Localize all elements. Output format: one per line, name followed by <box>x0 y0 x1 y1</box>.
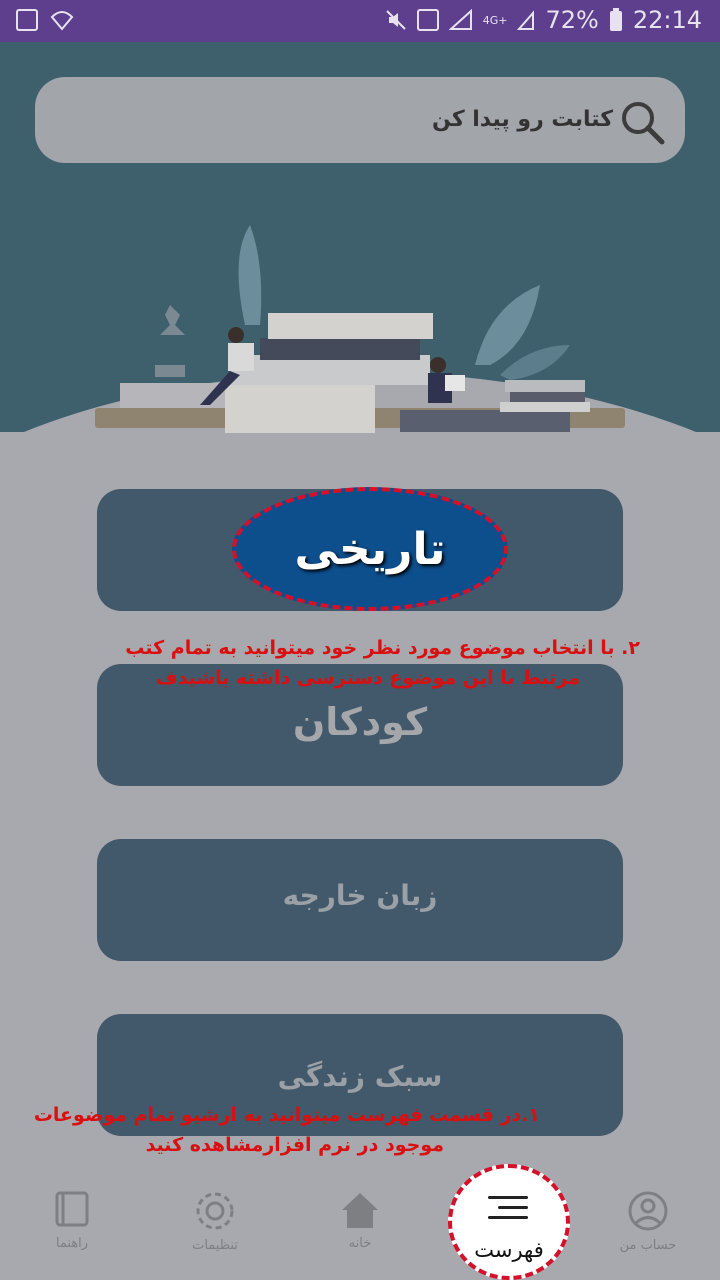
clock: 22:14 <box>632 6 702 34</box>
nav-guide[interactable]: راهنما <box>22 1190 122 1251</box>
annotation-step-1: ۱.در قسمت فهرست میتوانید به ارشیو تمام م… <box>20 1100 540 1160</box>
annotation-step-2-line1: ۲. با انتخاب موضوع مورد نظر خود میتوانید… <box>125 637 640 659</box>
nav-home-label: خانه <box>348 1236 372 1251</box>
menu-icon <box>488 1196 528 1226</box>
menu-button-label: فهرست <box>474 1238 544 1262</box>
book-icon <box>55 1191 89 1227</box>
nav-account[interactable]: حساب من <box>598 1190 698 1253</box>
sim-icon <box>416 9 439 31</box>
user-icon <box>628 1191 668 1231</box>
signal-icon <box>448 9 472 30</box>
search-icon <box>622 102 665 145</box>
nav-account-label: حساب من <box>619 1238 677 1253</box>
battery-percent: 72% <box>545 6 599 34</box>
status-bar: 4G+ 72% 22:14 <box>0 0 720 42</box>
category-label-children: کودکان <box>292 700 428 744</box>
nav-settings[interactable]: تنظیمات <box>165 1190 265 1253</box>
search-bar[interactable]: کتابت رو پیدا کن <box>35 77 685 163</box>
nav-home[interactable]: خانه <box>310 1190 410 1251</box>
annotation-step-1-line2: موجود در نرم افزارمشاهده کنید <box>145 1134 444 1156</box>
gallery-icon <box>16 9 38 31</box>
history-highlight-label: تاریخی <box>294 523 446 575</box>
annotation-step-2: ۲. با انتخاب موضوع مورد نظر خود میتوانید… <box>40 633 640 693</box>
home-icon <box>342 1193 378 1228</box>
nav-guide-label: راهنما <box>55 1236 89 1251</box>
books-illustration <box>95 225 625 433</box>
menu-button[interactable]: فهرست <box>448 1164 570 1280</box>
category-label-foreign-language: زبان خارجه <box>282 879 438 912</box>
annotation-step-2-line2: مرتبط با این موضوع دسترسی داشته باشیدف <box>155 667 580 689</box>
mute-icon <box>386 10 406 30</box>
category-card-foreign-language[interactable]: زبان خارجه <box>97 839 623 961</box>
bottom-navigation: راهنما تنظیمات خانه حساب من <box>0 1180 720 1280</box>
gear-icon <box>196 1192 234 1230</box>
search-placeholder: کتابت رو پیدا کن <box>432 107 613 132</box>
annotation-step-1-line1: ۱.در قسمت فهرست میتوانید به ارشیو تمام م… <box>33 1104 540 1126</box>
category-label-lifestyle: سبک زندگی <box>277 1060 443 1093</box>
nav-settings-label: تنظیمات <box>192 1238 238 1253</box>
network-type: 4G+ <box>482 13 508 27</box>
battery-icon <box>609 8 622 31</box>
history-highlight-badge[interactable]: تاریخی <box>232 487 508 611</box>
signal-icon-2 <box>517 10 535 30</box>
wifi-icon <box>50 11 74 31</box>
